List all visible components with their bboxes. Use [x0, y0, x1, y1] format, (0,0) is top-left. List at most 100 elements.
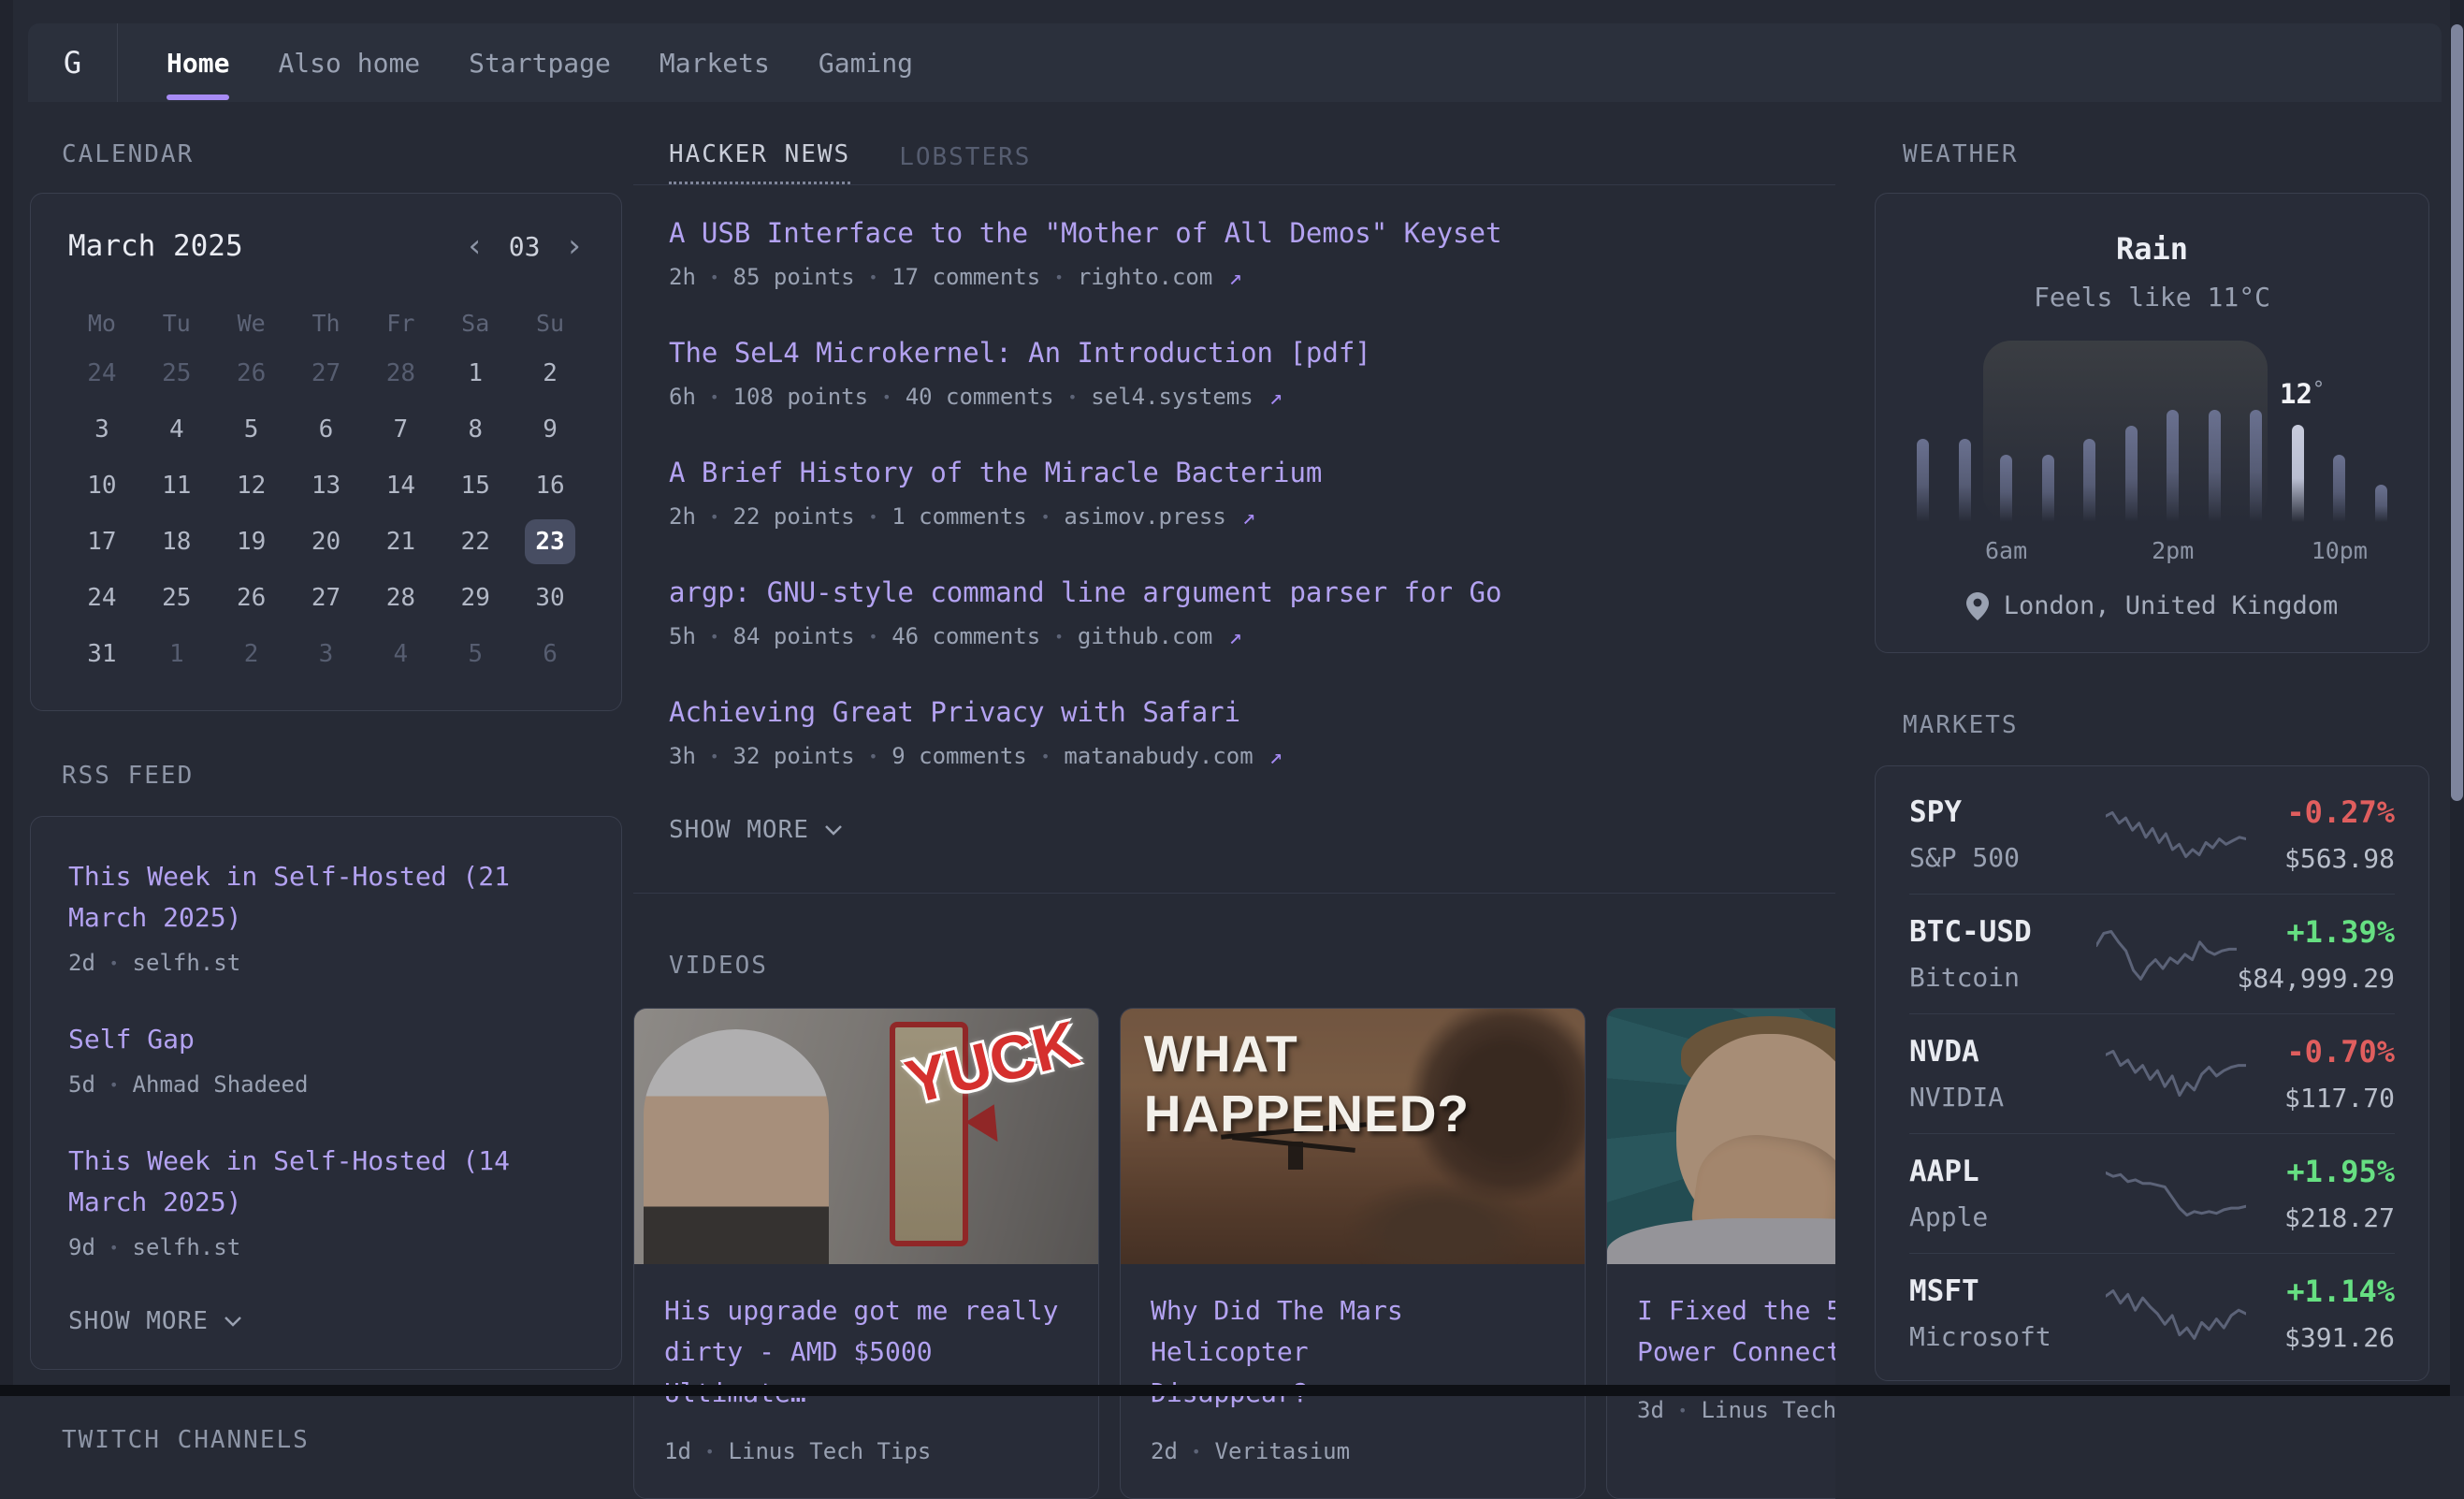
- news-item-comments[interactable]: 17 comments: [891, 264, 1040, 290]
- rss-item: This Week in Self-Hosted (21 March 2025)…: [68, 856, 584, 976]
- video-card[interactable]: YUCK His upgrade got me really dirty - A…: [633, 1008, 1099, 1499]
- video-thumbnail[interactable]: WHAT HAPPENED?: [1121, 1009, 1585, 1264]
- video-thumbnail[interactable]: YUCK: [634, 1009, 1098, 1264]
- news-item-source[interactable]: righto.com: [1078, 264, 1213, 290]
- calendar-day-number: 17: [77, 519, 127, 564]
- current-temp-label: 12°: [2280, 378, 2325, 410]
- video-title[interactable]: I Fixed the 5 Power Connect: [1637, 1290, 1835, 1373]
- calendar-day: 15: [438, 458, 513, 514]
- news-item-source[interactable]: sel4.systems: [1091, 384, 1253, 410]
- news-item-source[interactable]: matanabudy.com: [1064, 743, 1253, 769]
- chevron-left-icon[interactable]: ‹: [465, 230, 484, 262]
- market-row[interactable]: AAPL Apple +1.95% $218.27: [1909, 1133, 2395, 1253]
- market-row[interactable]: MSFT Microsoft +1.14% $391.26: [1909, 1253, 2395, 1373]
- nav-tab[interactable]: Gaming: [819, 23, 913, 102]
- video-caption: I Fixed the 5 Power Connect 3d • Linus T…: [1607, 1264, 1835, 1457]
- calendar-weekday-label: Fr: [363, 300, 438, 345]
- calendar-month-title: March 2025: [68, 229, 243, 263]
- rss-item-title[interactable]: This Week in Self-Hosted (21 March 2025): [68, 856, 584, 939]
- nav-tab[interactable]: Home: [167, 23, 229, 102]
- temperature-bar: [2375, 485, 2387, 522]
- dot-separator: •: [705, 1443, 715, 1461]
- calendar-day: 5: [438, 626, 513, 682]
- markets-widget: SPY S&P 500 -0.27% $563.98 BTC-USD Bitco…: [1875, 765, 2429, 1381]
- news-item-source[interactable]: asimov.press: [1064, 503, 1225, 530]
- calendar-day-number: 6: [300, 407, 351, 452]
- rss-item-title[interactable]: This Week in Self-Hosted (14 March 2025): [68, 1141, 584, 1223]
- news-tab[interactable]: HACKER NEWS: [669, 140, 850, 184]
- calendar-widget: March 2025 ‹ 03 › Mo Tu We Th Fr Sa Su: [30, 193, 622, 711]
- news-item-age: 5h: [669, 623, 696, 649]
- video-age: 2d: [1151, 1438, 1178, 1464]
- scrollbar-thumb[interactable]: [2451, 24, 2463, 801]
- video-channel[interactable]: Linus Tech Tips: [729, 1438, 932, 1464]
- video-card[interactable]: DO TH T I Fixed the 5 Power Connect 3d •…: [1606, 1008, 1835, 1499]
- temperature-bar: [2333, 455, 2345, 522]
- news-show-more-button[interactable]: SHOW MORE: [669, 816, 1835, 844]
- rss-item-meta: 2d • selfh.st: [68, 950, 584, 976]
- temperature-bar: [1917, 439, 1929, 522]
- dot-separator: •: [710, 269, 719, 286]
- news-item-comments[interactable]: 46 comments: [891, 623, 1040, 649]
- nav-tab[interactable]: Markets: [659, 23, 770, 102]
- news-item-comments[interactable]: 1 comments: [891, 503, 1027, 530]
- calendar-day-number: 10: [77, 463, 127, 508]
- dot-separator: •: [109, 954, 119, 972]
- market-ticker: MSFT: [1909, 1274, 2106, 1308]
- calendar-day: 26: [214, 345, 289, 401]
- market-price: $218.27: [2246, 1202, 2395, 1233]
- dot-separator: •: [109, 1239, 119, 1257]
- market-sparkline: [2106, 1164, 2246, 1224]
- market-change-percent: -0.27%: [2246, 794, 2395, 830]
- news-item-comments[interactable]: 9 comments: [891, 743, 1027, 769]
- market-row[interactable]: SPY S&P 500 -0.27% $563.98: [1909, 774, 2395, 894]
- middle-column: HACKER NEWS LOBSTERS A USB Interface to …: [633, 140, 1835, 1499]
- weather-location: London, United Kingdom: [1911, 591, 2393, 620]
- news-item-title[interactable]: A USB Interface to the "Mother of All De…: [669, 217, 1835, 249]
- calendar-weekday-label: Mo: [65, 300, 139, 345]
- news-item-source[interactable]: github.com: [1078, 623, 1213, 649]
- news-item-title[interactable]: A Brief History of the Miracle Bacterium: [669, 457, 1835, 488]
- news-item-meta: 6h • 108 points • 40 comments • sel4.sys…: [669, 384, 1835, 410]
- video-channel[interactable]: Linus Tech Tips: [1702, 1397, 1835, 1423]
- news-item-points: 32 points: [733, 743, 855, 769]
- news-item-title[interactable]: argp: GNU-style command line argument pa…: [669, 576, 1835, 608]
- rss-item-title[interactable]: Self Gap: [68, 1019, 584, 1060]
- market-row[interactable]: BTC-USD Bitcoin +1.39% $84,999.29: [1909, 894, 2395, 1013]
- chevron-right-icon[interactable]: ›: [565, 230, 584, 262]
- news-item-comments[interactable]: 40 comments: [906, 384, 1054, 410]
- thumbnail-art: [1607, 1218, 1835, 1264]
- dot-separator: •: [109, 1076, 119, 1094]
- news-item-points: 22 points: [733, 503, 855, 530]
- news-item-title[interactable]: Achieving Great Privacy with Safari: [669, 696, 1835, 728]
- dot-separator: •: [710, 748, 719, 765]
- calendar-day: 30: [513, 570, 587, 626]
- weather-hour-bar: [1959, 354, 1971, 522]
- nav-tab[interactable]: Startpage: [469, 23, 611, 102]
- rss-item: Self Gap 5d • Ahmad Shadeed: [68, 1019, 584, 1098]
- calendar-day-number: 28: [375, 351, 426, 396]
- calendar-weekday-label: Sa: [438, 300, 513, 345]
- news-item-title[interactable]: The SeL4 Microkernel: An Introduction [p…: [669, 337, 1835, 369]
- market-symbol-block: NVDA NVIDIA: [1909, 1035, 2106, 1113]
- weather-hour-bar: [2250, 354, 2262, 522]
- calendar-day: 31: [65, 626, 139, 682]
- video-card[interactable]: WHAT HAPPENED? Why Did The Mars Helicopt…: [1120, 1008, 1586, 1499]
- calendar-day: 4: [139, 401, 214, 458]
- rss-show-more-button[interactable]: SHOW MORE: [68, 1307, 584, 1335]
- video-thumbnail[interactable]: DO TH T: [1607, 1009, 1835, 1264]
- news-item-age: 6h: [669, 384, 696, 410]
- market-row[interactable]: NVDA NVIDIA -0.70% $117.70: [1909, 1013, 2395, 1133]
- temperature-bar: [2250, 410, 2262, 522]
- calendar-day: 1: [438, 345, 513, 401]
- calendar-day: 19: [214, 514, 289, 570]
- right-column: WEATHER Rain Feels like 11°C: [1875, 140, 2429, 1381]
- calendar-day: 27: [289, 570, 364, 626]
- videos-row: YUCK His upgrade got me really dirty - A…: [633, 1008, 1835, 1499]
- video-channel[interactable]: Veritasium: [1215, 1438, 1351, 1464]
- calendar-day: 27: [289, 345, 364, 401]
- app-logo[interactable]: G: [28, 23, 118, 102]
- news-tab[interactable]: LOBSTERS: [899, 143, 1031, 184]
- calendar-day: 2: [513, 345, 587, 401]
- nav-tab[interactable]: Also home: [278, 23, 420, 102]
